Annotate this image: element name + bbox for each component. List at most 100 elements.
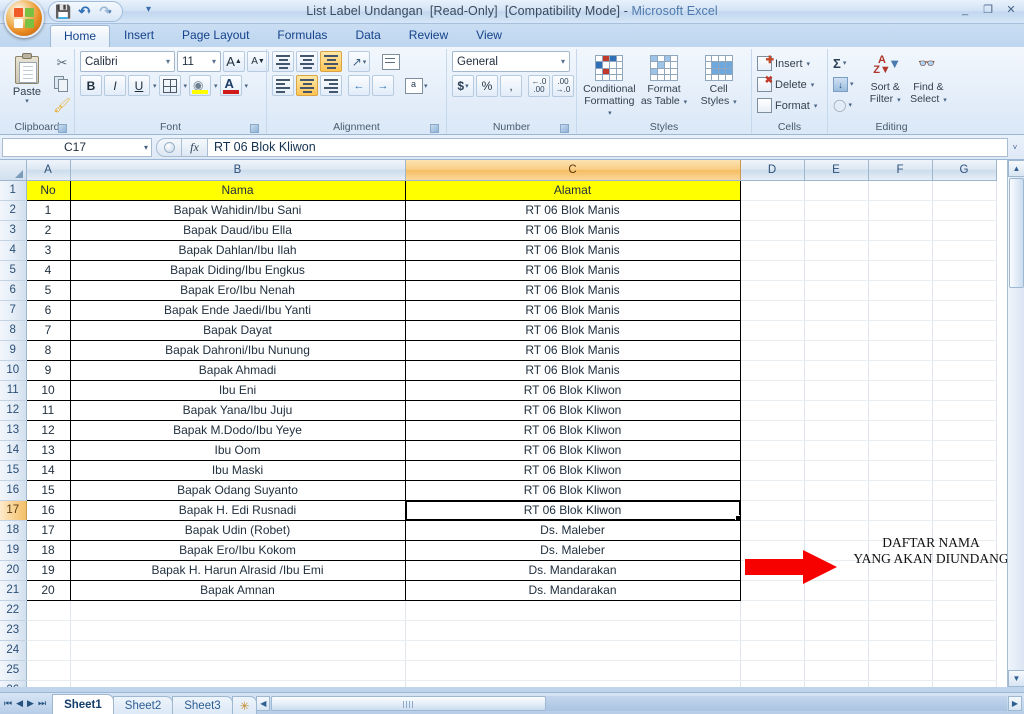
cell-g6[interactable]	[932, 280, 997, 301]
cell-e9[interactable]	[804, 340, 869, 361]
borders-button[interactable]	[158, 75, 181, 96]
cell-e1[interactable]	[804, 180, 869, 201]
cell-g7[interactable]	[932, 300, 997, 321]
chevron-down-icon[interactable]: ▾	[5, 98, 49, 105]
cell-b20[interactable]: Bapak H. Harun Alrasid /Ibu Emi	[69, 559, 406, 581]
cell-b4[interactable]: Bapak Dahlan/Ibu Ilah	[69, 239, 406, 261]
cell-c22[interactable]	[405, 600, 741, 621]
cell-c21[interactable]: Ds. Mandarakan	[404, 579, 741, 601]
cell-g5[interactable]	[932, 260, 997, 281]
chevron-down-icon[interactable]: ▾	[559, 57, 567, 66]
cell-e26[interactable]	[804, 680, 869, 687]
chevron-down-icon[interactable]: ▾	[144, 143, 148, 152]
cell-e11[interactable]	[804, 380, 869, 401]
cell-b6[interactable]: Bapak Ero/Ibu Nenah	[69, 279, 406, 301]
cell-d5[interactable]	[740, 260, 805, 281]
cell-a13[interactable]: 12	[25, 419, 71, 441]
cell-b3[interactable]: Bapak Daud/ibu Ella	[69, 219, 406, 241]
format-cells-button[interactable]: Format ▾	[757, 95, 817, 116]
select-all-corner[interactable]	[0, 160, 27, 181]
cell-d6[interactable]	[740, 280, 805, 301]
autosum-button[interactable]: Σ ▾	[833, 53, 864, 73]
cell-f24[interactable]	[868, 640, 933, 661]
cell-b16[interactable]: Bapak Odang Suyanto	[69, 479, 406, 501]
conditional-formatting-button[interactable]: Conditional Formatting ▾	[582, 53, 637, 120]
row-header-15[interactable]: 15	[0, 460, 27, 481]
cell-b13[interactable]: Bapak M.Dodo/Ibu Yeye	[69, 419, 406, 441]
vertical-scrollbar[interactable]: ▲ ▼	[1007, 160, 1024, 687]
scroll-up-button[interactable]: ▲	[1008, 160, 1024, 177]
align-left-button[interactable]	[272, 75, 294, 96]
decrease-indent-button[interactable]: ←	[348, 75, 370, 96]
cell-a23[interactable]	[26, 620, 71, 641]
row-header-20[interactable]: 20	[0, 560, 27, 581]
cell-b2[interactable]: Bapak Wahidin/Ibu Sani	[69, 199, 406, 221]
cell-e17[interactable]	[804, 500, 869, 521]
column-header-e[interactable]: E	[804, 160, 869, 181]
cell-f7[interactable]	[868, 300, 933, 321]
decrease-decimal-button[interactable]: .00 →.0	[552, 75, 574, 97]
cell-a5[interactable]: 4	[25, 259, 71, 281]
cell-c14[interactable]: RT 06 Blok Kliwon	[404, 439, 741, 461]
cell-g3[interactable]	[932, 220, 997, 241]
cell-e3[interactable]	[804, 220, 869, 241]
cell-a25[interactable]	[26, 660, 71, 681]
wrap-text-button[interactable]	[380, 51, 402, 72]
cell-b15[interactable]: Ibu Maski	[69, 459, 406, 481]
cell-a24[interactable]	[26, 640, 71, 661]
cell-e15[interactable]	[804, 460, 869, 481]
column-header-g[interactable]: G	[932, 160, 997, 181]
previous-sheet-icon[interactable]: ◀	[16, 698, 23, 709]
cell-f9[interactable]	[868, 340, 933, 361]
cell-styles-button[interactable]: Cell Styles ▾	[691, 53, 746, 108]
cell-c17[interactable]: RT 06 Blok Kliwon	[404, 499, 741, 521]
row-header-11[interactable]: 11	[0, 380, 27, 401]
row-header-7[interactable]: 7	[0, 300, 27, 321]
chevron-down-icon[interactable]: ▾	[214, 82, 218, 90]
horizontal-scroll-track[interactable]	[271, 696, 1007, 711]
cell-c23[interactable]	[405, 620, 741, 641]
scroll-right-button[interactable]: ▶	[1008, 696, 1022, 711]
cell-b7[interactable]: Bapak Ende Jaedi/Ibu Yanti	[69, 299, 406, 321]
row-header-8[interactable]: 8	[0, 320, 27, 341]
cell-f16[interactable]	[868, 480, 933, 501]
cell-f2[interactable]	[868, 200, 933, 221]
cell-a11[interactable]: 10	[25, 379, 71, 401]
merge-center-button[interactable]: ▾	[404, 75, 429, 96]
cell-e7[interactable]	[804, 300, 869, 321]
cell-f10[interactable]	[868, 360, 933, 381]
cell-c11[interactable]: RT 06 Blok Kliwon	[404, 379, 741, 401]
row-header-21[interactable]: 21	[0, 580, 27, 601]
name-box[interactable]: C17 ▾	[2, 137, 152, 157]
column-header-c[interactable]: C	[405, 160, 741, 181]
cell-b18[interactable]: Bapak Udin (Robet)	[69, 519, 406, 541]
cell-a9[interactable]: 8	[25, 339, 71, 361]
cell-c2[interactable]: RT 06 Blok Manis	[404, 199, 741, 221]
cell-b1[interactable]: Nama	[69, 179, 406, 201]
cell-e6[interactable]	[804, 280, 869, 301]
cell-g4[interactable]	[932, 240, 997, 261]
cell-g11[interactable]	[932, 380, 997, 401]
cell-c13[interactable]: RT 06 Blok Kliwon	[404, 419, 741, 441]
cell-b8[interactable]: Bapak Dayat	[69, 319, 406, 341]
alignment-dialog-launcher[interactable]	[430, 124, 439, 133]
cell-f11[interactable]	[868, 380, 933, 401]
cell-a17[interactable]: 16	[25, 499, 71, 521]
scroll-left-button[interactable]: ◀	[256, 696, 271, 711]
cell-a1[interactable]: No	[25, 179, 71, 201]
italic-button[interactable]: I	[104, 75, 126, 96]
increase-decimal-button[interactable]: ←.0.00	[528, 75, 550, 97]
cell-c9[interactable]: RT 06 Blok Manis	[404, 339, 741, 361]
cell-f6[interactable]	[868, 280, 933, 301]
cell-b12[interactable]: Bapak Yana/Ibu Juju	[69, 399, 406, 421]
cell-d9[interactable]	[740, 340, 805, 361]
cell-g26[interactable]	[932, 680, 997, 687]
row-header-10[interactable]: 10	[0, 360, 27, 381]
tab-data[interactable]: Data	[341, 24, 394, 47]
cell-b21[interactable]: Bapak Amnan	[69, 579, 406, 601]
cell-e24[interactable]	[804, 640, 869, 661]
cell-a12[interactable]: 11	[25, 399, 71, 421]
cell-d15[interactable]	[740, 460, 805, 481]
format-as-table-button[interactable]: Format as Table ▾	[637, 53, 692, 108]
bold-button[interactable]: B	[80, 75, 102, 96]
